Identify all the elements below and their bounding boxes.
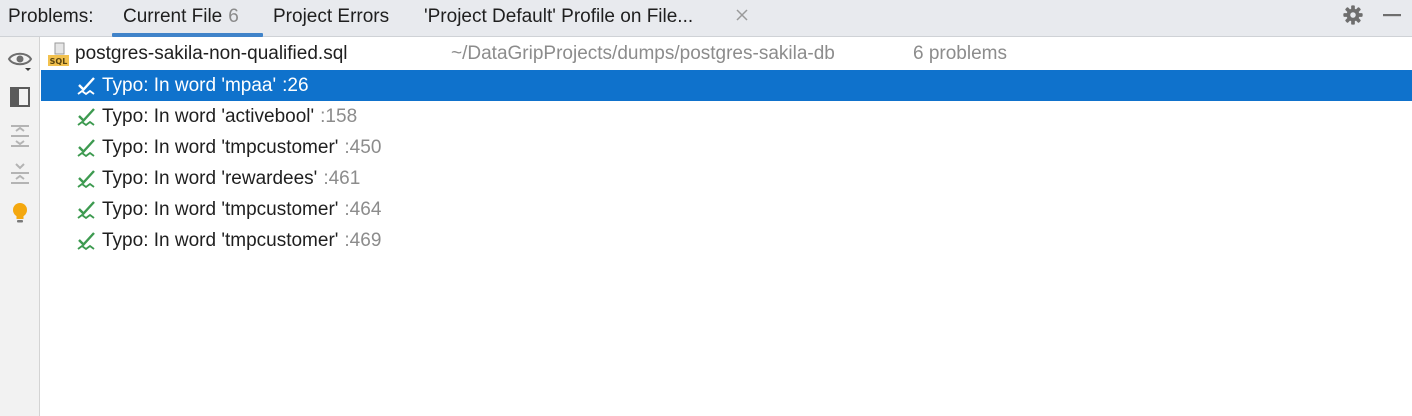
typo-icon — [77, 77, 95, 96]
tab-profile-on-file-label: 'Project Default' Profile on File... — [424, 6, 694, 27]
problem-line: :158 — [320, 106, 358, 127]
tab-current-file-count: 6 — [228, 6, 239, 27]
tab-profile-on-file[interactable]: 'Project Default' Profile on File... — [424, 6, 693, 28]
typo-icon — [77, 139, 95, 158]
problem-text: Typo: In word 'rewardees' — [102, 168, 318, 189]
problem-line: :469 — [344, 230, 382, 251]
problem-row[interactable]: Typo: In word 'tmpcustomer':464 — [41, 194, 1412, 225]
collapse-all-icon[interactable] — [7, 160, 33, 186]
problems-tool-window: Problems: Current File 6 Project Errors '… — [0, 0, 1412, 416]
expand-all-icon[interactable] — [7, 123, 33, 149]
typo-icon — [77, 170, 95, 189]
tab-project-errors[interactable]: Project Errors — [273, 6, 389, 28]
tool-window-header: Problems: Current File 6 Project Errors '… — [0, 0, 1412, 37]
left-toolbar — [0, 37, 40, 416]
gear-icon[interactable] — [1342, 4, 1364, 26]
problem-count: 6 problems — [913, 43, 1007, 64]
file-node[interactable]: SQL postgres-sakila-non-qualified.sql ~/… — [41, 39, 1412, 69]
lightbulb-icon[interactable] — [7, 200, 33, 226]
close-icon[interactable] — [735, 8, 749, 22]
problem-line: :464 — [344, 199, 382, 220]
problem-row[interactable]: Typo: In word 'tmpcustomer':469 — [41, 225, 1412, 256]
typo-icon — [77, 201, 95, 220]
tab-current-file-label: Current File — [123, 6, 223, 27]
problem-text: Typo: In word 'tmpcustomer' — [102, 199, 339, 220]
svg-text:SQL: SQL — [50, 57, 68, 66]
problem-text: Typo: In word 'tmpcustomer' — [102, 230, 339, 251]
problem-text: Typo: In word 'tmpcustomer' — [102, 137, 339, 158]
problem-line: :450 — [344, 137, 382, 158]
problem-text: Typo: In word 'activebool' — [102, 106, 315, 127]
preview-panel-icon[interactable] — [7, 84, 33, 110]
problem-row[interactable]: Typo: In word 'rewardees':461 — [41, 163, 1412, 194]
file-path: ~/DataGripProjects/dumps/postgres-sakila… — [451, 43, 835, 64]
problem-row[interactable]: Typo: In word 'activebool':158 — [41, 101, 1412, 132]
file-name: postgres-sakila-non-qualified.sql — [75, 43, 348, 64]
eye-icon[interactable] — [7, 47, 33, 73]
tab-project-errors-label: Project Errors — [273, 6, 390, 27]
problem-line: :461 — [323, 168, 361, 189]
sql-file-icon: SQL — [48, 42, 69, 66]
tab-current-file[interactable]: Current File 6 — [123, 6, 239, 28]
minimize-icon[interactable] — [1382, 5, 1402, 25]
problem-text: Typo: In word 'mpaa' — [102, 75, 277, 96]
typo-icon — [77, 232, 95, 251]
problems-tree: SQL postgres-sakila-non-qualified.sql ~/… — [41, 37, 1412, 416]
problem-row[interactable]: Typo: In word 'tmpcustomer':450 — [41, 132, 1412, 163]
problem-line: :26 — [282, 75, 309, 96]
tool-window-title: Problems: — [8, 6, 94, 27]
problem-row[interactable]: Typo: In word 'mpaa':26 — [41, 70, 1412, 101]
typo-icon — [77, 108, 95, 127]
